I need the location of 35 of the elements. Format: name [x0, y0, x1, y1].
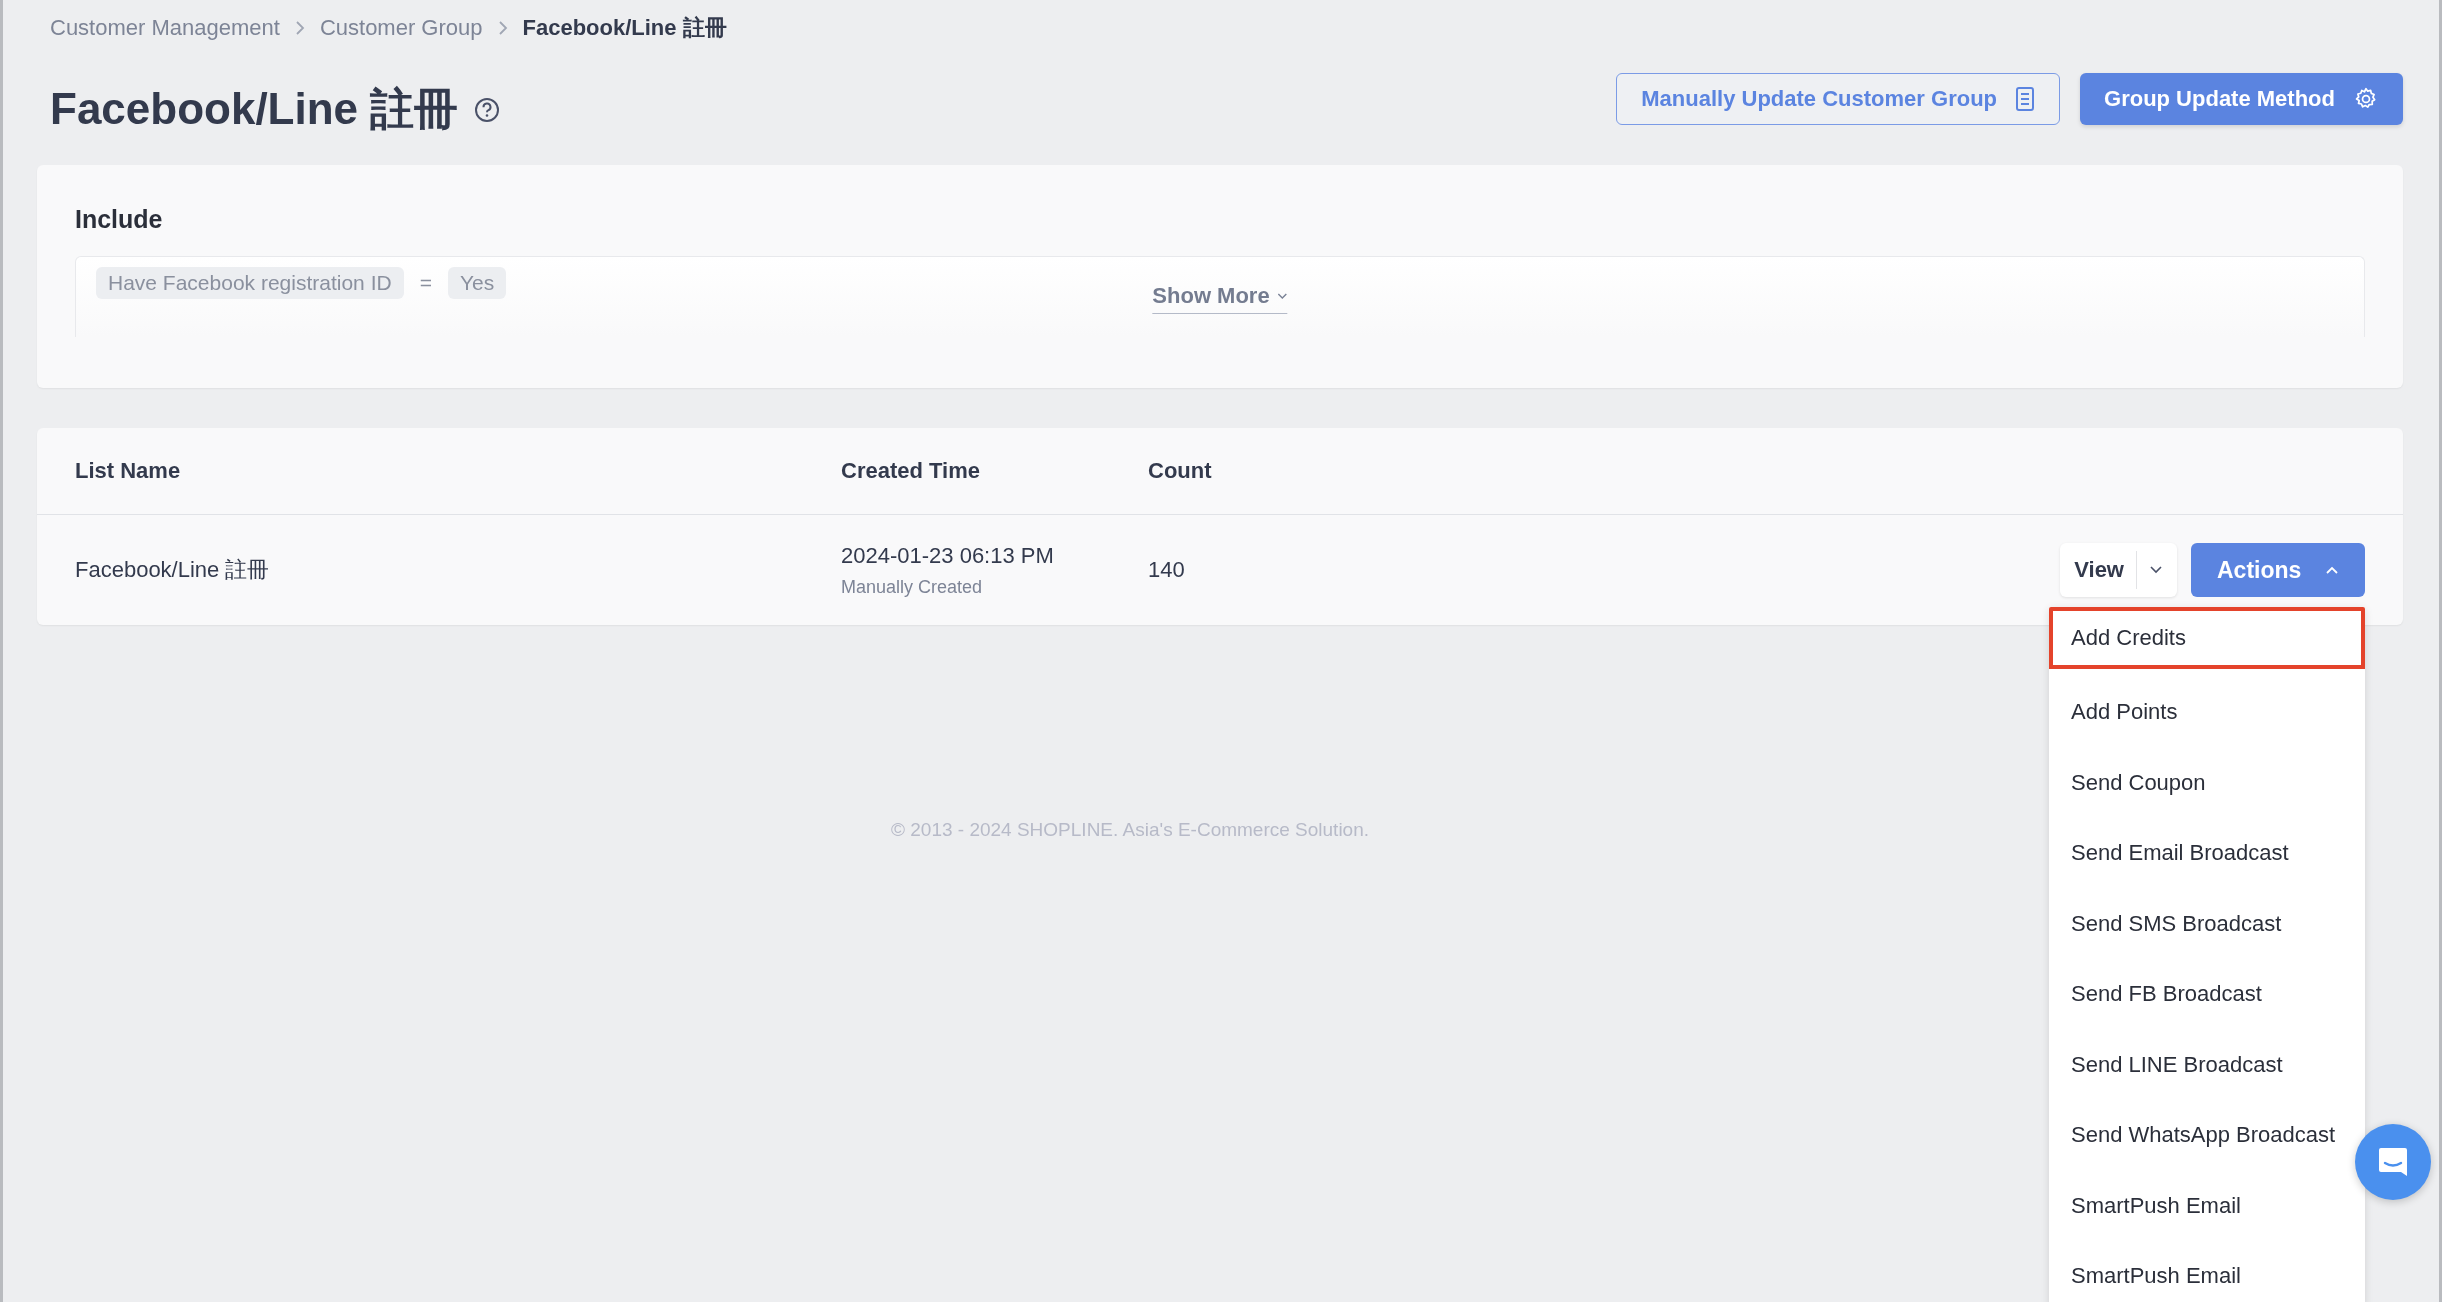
clipboard-icon: [2015, 85, 2035, 112]
actions-button[interactable]: Actions: [2191, 543, 2365, 597]
chevron-down-icon: [1277, 292, 1288, 300]
created-note: Manually Created: [841, 576, 984, 598]
menu-item[interactable]: Send SMS Broadcast: [2049, 888, 2304, 959]
chevron-down-icon[interactable]: [2149, 565, 2163, 575]
chevron-right-icon: [496, 20, 509, 36]
table-cell-text: Facebook/Line 註冊: [75, 556, 271, 584]
table-cell-text: 140: [1148, 557, 1186, 583]
column-header: Created Time: [841, 458, 981, 484]
chat-button[interactable]: [2355, 1124, 2431, 1200]
column-header: Count: [1148, 458, 1213, 484]
show-more-link[interactable]: Show More: [1152, 283, 1288, 314]
menu-item[interactable]: Send WhatsApp Broadcast: [2049, 1100, 2358, 1171]
menu-item[interactable]: SmartPush Email: [2049, 1241, 2263, 1302]
menu-item[interactable]: Add Credits: [2049, 607, 2365, 669]
menu-item[interactable]: Send Coupon: [2049, 747, 2228, 818]
condition-operator: =: [419, 271, 432, 295]
condition-field-tag: Have Facebook registration ID: [96, 267, 404, 299]
menu-item[interactable]: SmartPush Email: [2049, 1170, 2263, 1241]
breadcrumb-current: Facebook/Line 註冊: [522, 14, 727, 42]
chevron-up-icon: [2325, 565, 2339, 575]
created-time: 2024-01-23 06:13 PM: [841, 542, 1055, 569]
chevron-right-icon: [293, 20, 306, 36]
view-split-button[interactable]: View: [2060, 543, 2177, 597]
menu-item[interactable]: Send Email Broadcast: [2049, 818, 2311, 889]
page-title: Facebook/Line 註冊: [50, 83, 459, 135]
menu-item[interactable]: Add Points: [2049, 677, 2200, 748]
menu-item[interactable]: Send FB Broadcast: [2049, 959, 2284, 1030]
column-header: List Name: [75, 458, 182, 484]
help-icon[interactable]: [474, 96, 501, 123]
group-update-method-button[interactable]: Group Update Method: [2080, 72, 2403, 125]
menu-item[interactable]: Send LINE Broadcast: [2049, 1029, 2305, 1100]
condition-value-tag: Yes: [447, 267, 507, 299]
include-title: Include: [75, 205, 164, 234]
